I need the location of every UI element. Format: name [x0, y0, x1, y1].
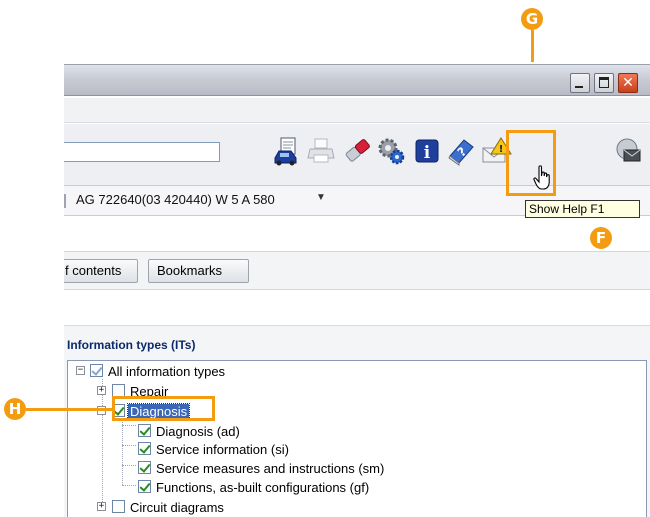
vehicle-identifier[interactable]: AG 722640(03 420440) W 5 A 580 [76, 192, 275, 207]
menu-bar [64, 98, 650, 123]
checkbox-functions[interactable] [138, 480, 151, 493]
information-types-section: Information types (ITs) − All informatio… [64, 326, 650, 517]
application-window: ✕ i ? ! AG 722640(03 420440) W 5 A 580 ▼… [64, 62, 650, 517]
tree-connector [122, 419, 123, 485]
tree-item-diagnosis-ad[interactable]: Diagnosis (ad) [154, 422, 242, 440]
chevron-down-icon[interactable]: ▼ [316, 192, 326, 203]
close-button[interactable]: ✕ [618, 73, 638, 93]
maximize-button[interactable] [594, 73, 614, 93]
settings-gears-icon[interactable] [374, 134, 408, 168]
title-bar: ✕ [64, 64, 650, 96]
checkbox-service-measures[interactable] [138, 461, 151, 474]
checkbox-diagnosis-ad[interactable] [138, 424, 151, 437]
tree-item-service-information[interactable]: Service information (si) [154, 440, 291, 458]
printer-icon[interactable] [304, 134, 338, 168]
tree-item-service-measures[interactable]: Service measures and instructions (sm) [154, 459, 386, 477]
callout-h-highlight [112, 396, 215, 421]
tab-table-of-contents[interactable]: f contents [64, 259, 138, 283]
tree-connector [122, 485, 136, 486]
svg-text:i: i [424, 143, 431, 163]
search-input[interactable] [64, 142, 220, 162]
collapse-icon[interactable]: − [76, 366, 85, 375]
callout-f-marker: F [590, 227, 612, 249]
panel-spacer [64, 290, 650, 326]
toolbar: i ? ! [64, 124, 650, 186]
tree-item-label: All information types [108, 363, 226, 379]
tree-connector [122, 425, 136, 426]
tree-connector [102, 379, 103, 506]
minimize-icon [575, 86, 583, 88]
tree-item-label: Service information (si) [156, 441, 289, 457]
tree-item-functions[interactable]: Functions, as-built configurations (gf) [154, 478, 371, 496]
help-book-icon[interactable]: ? [444, 134, 478, 168]
maximize-icon [599, 77, 609, 88]
header-spacer [64, 216, 650, 252]
tree-item-label: Service measures and instructions (sm) [156, 460, 385, 476]
tree-item-circuit-diagrams[interactable]: Circuit diagrams [128, 498, 226, 516]
section-title: Information types (ITs) [67, 338, 196, 352]
expand-icon[interactable]: + [97, 502, 106, 511]
tree-item-label: Functions, as-built configurations (gf) [156, 479, 370, 495]
checkbox-all-information-types[interactable] [90, 364, 103, 377]
checkbox-circuit-diagrams[interactable] [112, 500, 125, 513]
svg-text:!: ! [499, 144, 504, 155]
show-help-tooltip: Show Help F1 [525, 200, 640, 218]
car-print-icon[interactable] [270, 134, 304, 168]
tree-connector [122, 465, 136, 466]
tree-connector [122, 445, 136, 446]
callout-h-line [26, 408, 114, 411]
close-icon: ✕ [622, 75, 634, 91]
tab-bookmarks[interactable]: Bookmarks [148, 259, 249, 283]
info-icon[interactable]: i [410, 134, 444, 168]
callout-h-marker: H [4, 398, 26, 420]
checkbox-service-information[interactable] [138, 442, 151, 455]
tree-item-label: Diagnosis (ad) [156, 423, 240, 439]
minimize-button[interactable] [570, 73, 590, 93]
expand-icon[interactable]: + [97, 386, 106, 395]
information-types-tree: − All information types + Repair − Diagn… [67, 360, 647, 517]
callout-g-marker: G [521, 8, 543, 30]
tree-item-all-information-types[interactable]: All information types [106, 362, 227, 380]
eraser-icon[interactable] [340, 134, 374, 168]
separator [64, 194, 66, 208]
hand-cursor-icon [533, 165, 553, 194]
navigation-tabs: f contents Bookmarks [64, 252, 650, 290]
tree-item-label: Circuit diagrams [130, 499, 224, 515]
network-mail-icon[interactable] [612, 134, 646, 168]
